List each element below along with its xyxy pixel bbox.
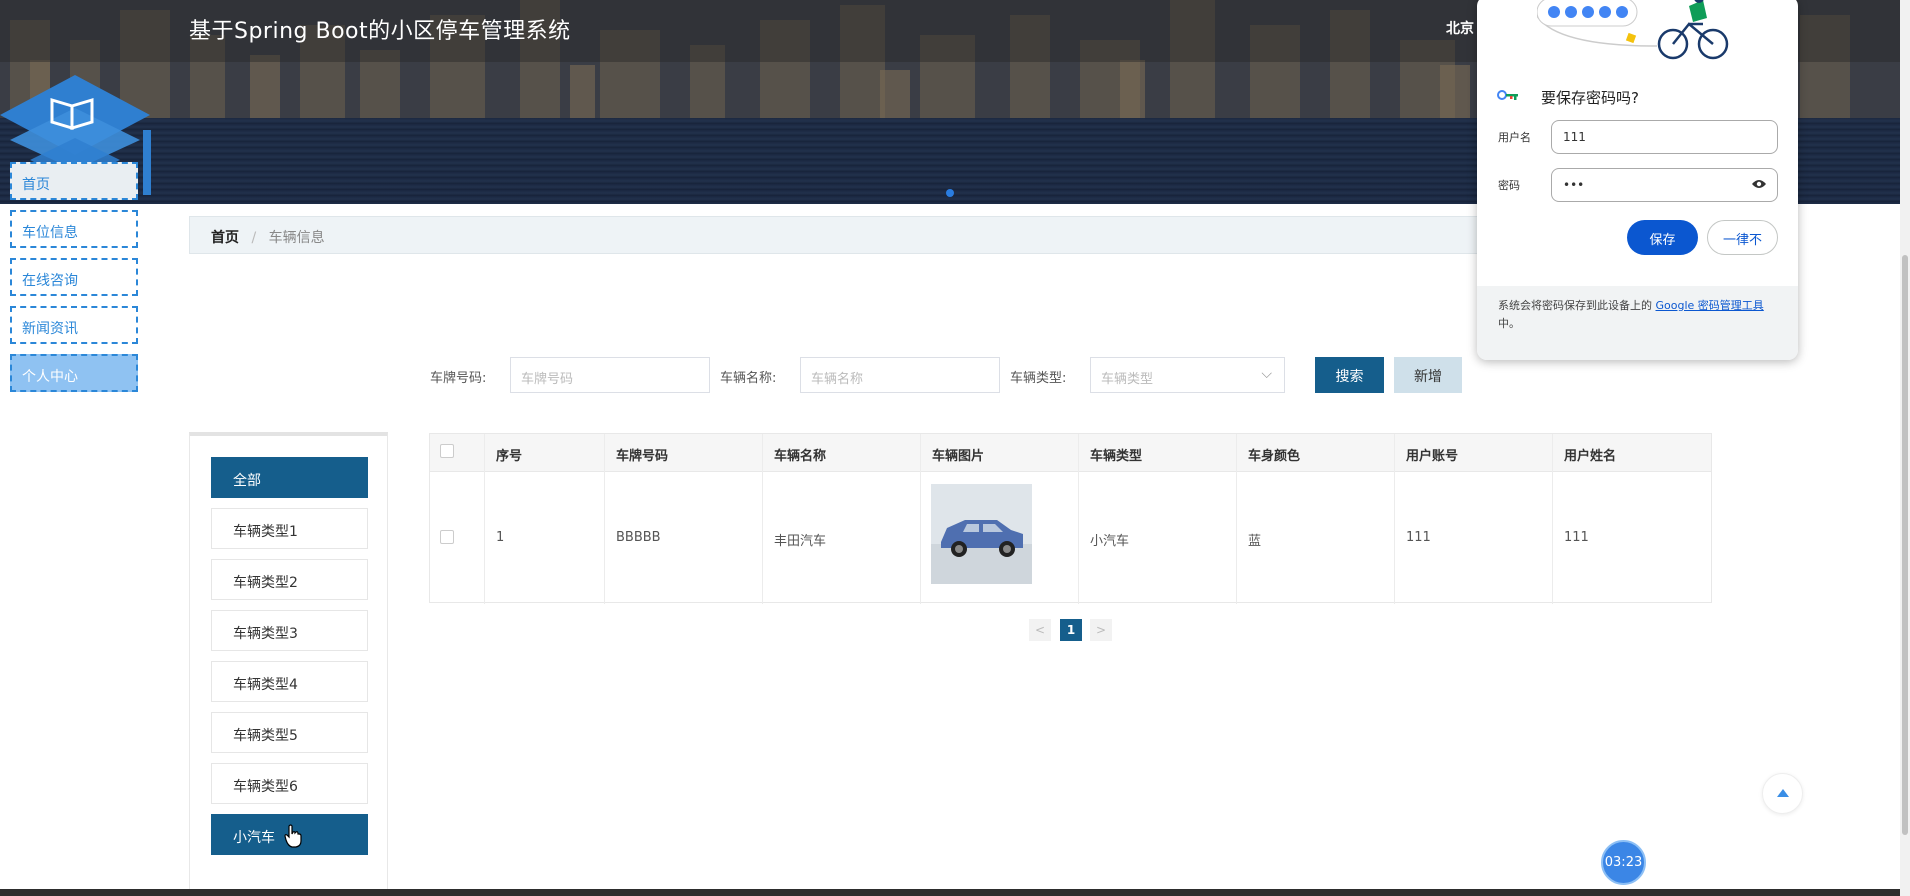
password-field[interactable]: •••: [1551, 168, 1778, 202]
category-all[interactable]: 全部: [211, 457, 368, 498]
breadcrumb-current: 车辆信息: [268, 230, 325, 246]
pagination-next[interactable]: >: [1090, 619, 1112, 641]
vehicle-type-label: 车辆类型:: [1010, 371, 1067, 386]
column-divider: [1078, 434, 1079, 604]
category-type-2[interactable]: 车辆类型2: [211, 559, 368, 600]
nav-item-home[interactable]: 首页: [10, 162, 138, 200]
save-password-footer: 系统会将密码保存到此设备上的 Google 密码管理工具中。: [1477, 286, 1798, 360]
footer-text-prefix: 系统会将密码保存到此设备上的: [1498, 299, 1656, 312]
category-type-4[interactable]: 车辆类型4: [211, 661, 368, 702]
header-vehicle-name: 车辆名称: [774, 449, 827, 464]
header-body-color: 车身颜色: [1248, 449, 1301, 464]
header-plate: 车牌号码: [616, 449, 669, 464]
plate-label: 车牌号码:: [430, 371, 487, 386]
column-divider: [1236, 434, 1237, 604]
add-button[interactable]: 新增: [1394, 357, 1462, 393]
chevron-down-icon: ⌵: [1261, 366, 1272, 382]
cell-body-color: 蓝: [1248, 534, 1262, 549]
cell-vehicle-type: 小汽车: [1090, 534, 1130, 549]
vehicle-type-select-value: 车辆类型: [1101, 372, 1154, 387]
vehicle-image[interactable]: [931, 484, 1032, 584]
cell-plate: BBBBB: [616, 530, 661, 545]
save-password-dialog: 要保存密码吗? 用户名 111 密码 ••• 保存 一律不 系统会将密码保存到此…: [1477, 0, 1798, 360]
plate-input[interactable]: 车牌号码: [510, 357, 710, 393]
header-vehicle-type: 车辆类型: [1090, 449, 1143, 464]
header-vehicle-image: 车辆图片: [932, 449, 985, 464]
vehicle-type-select[interactable]: 车辆类型 ⌵: [1090, 357, 1285, 393]
vehicle-table: 序号 车牌号码 车辆名称 车辆图片 车辆类型 车身颜色 用户账号 用户姓名 1 …: [429, 433, 1712, 604]
category-type-6[interactable]: 车辆类型6: [211, 763, 368, 804]
header-user-name: 用户姓名: [1564, 449, 1617, 464]
password-value: •••: [1563, 178, 1585, 192]
cell-vehicle-name: 丰田汽车: [774, 534, 827, 549]
cell-index: 1: [496, 530, 505, 545]
timer-badge: 03:23: [1601, 840, 1646, 885]
city-text: 北京: [1446, 21, 1474, 37]
select-all-checkbox[interactable]: [440, 444, 454, 458]
category-type-5[interactable]: 车辆类型5: [211, 712, 368, 753]
save-password-button[interactable]: 保存: [1627, 220, 1698, 255]
breadcrumb: 首页 / 车辆信息: [189, 216, 1479, 254]
back-to-top-button[interactable]: [1762, 773, 1803, 814]
site-title: 基于Spring Boot的小区停车管理系统: [189, 19, 571, 44]
arrow-up-icon: [1777, 789, 1789, 797]
scrollbar-thumb[interactable]: [1902, 255, 1908, 835]
column-divider: [484, 434, 485, 604]
pagination-prev[interactable]: <: [1029, 619, 1051, 641]
save-password-title: 要保存密码吗?: [1541, 89, 1639, 107]
eye-icon[interactable]: [1752, 179, 1766, 189]
nav-item-news[interactable]: 新闻资讯: [10, 306, 138, 344]
category-type-3[interactable]: 车辆类型3: [211, 610, 368, 651]
username-label: 用户名: [1498, 131, 1531, 144]
password-manager-link[interactable]: Google 密码管理工具: [1656, 299, 1764, 312]
hand-cursor-icon: [284, 824, 302, 848]
header-index: 序号: [496, 449, 523, 464]
column-divider: [762, 434, 763, 604]
breadcrumb-home-link[interactable]: 首页: [211, 230, 239, 246]
search-button[interactable]: 搜索: [1315, 357, 1384, 393]
cell-user-name: 111: [1564, 530, 1589, 545]
vehicle-name-input[interactable]: 车辆名称: [800, 357, 1000, 393]
category-type-1[interactable]: 车辆类型1: [211, 508, 368, 549]
column-divider: [920, 434, 921, 604]
column-divider: [604, 434, 605, 604]
key-icon: [1497, 90, 1518, 100]
nav-item-online-consult[interactable]: 在线咨询: [10, 258, 138, 296]
nav-item-personal-center[interactable]: 个人中心: [10, 354, 138, 392]
bottom-bar: [0, 889, 1900, 896]
password-label: 密码: [1498, 179, 1520, 192]
username-field[interactable]: 111: [1551, 120, 1778, 154]
header-user-account: 用户账号: [1406, 449, 1459, 464]
cell-user-account: 111: [1406, 530, 1431, 545]
page-scrollbar[interactable]: [1900, 0, 1910, 896]
row-checkbox[interactable]: [440, 530, 454, 544]
footer-text-suffix: 中。: [1498, 317, 1520, 330]
column-divider: [1394, 434, 1395, 604]
carousel-indicator[interactable]: [946, 189, 954, 197]
password-illustration-icon: [1537, 0, 1729, 60]
breadcrumb-separator: /: [251, 230, 257, 246]
never-save-button[interactable]: 一律不: [1707, 220, 1778, 255]
column-divider: [1552, 434, 1553, 604]
vehicle-name-label: 车辆名称:: [720, 371, 777, 386]
nav-item-parking-spaces[interactable]: 车位信息: [10, 210, 138, 248]
pagination-page-1[interactable]: 1: [1060, 619, 1082, 641]
